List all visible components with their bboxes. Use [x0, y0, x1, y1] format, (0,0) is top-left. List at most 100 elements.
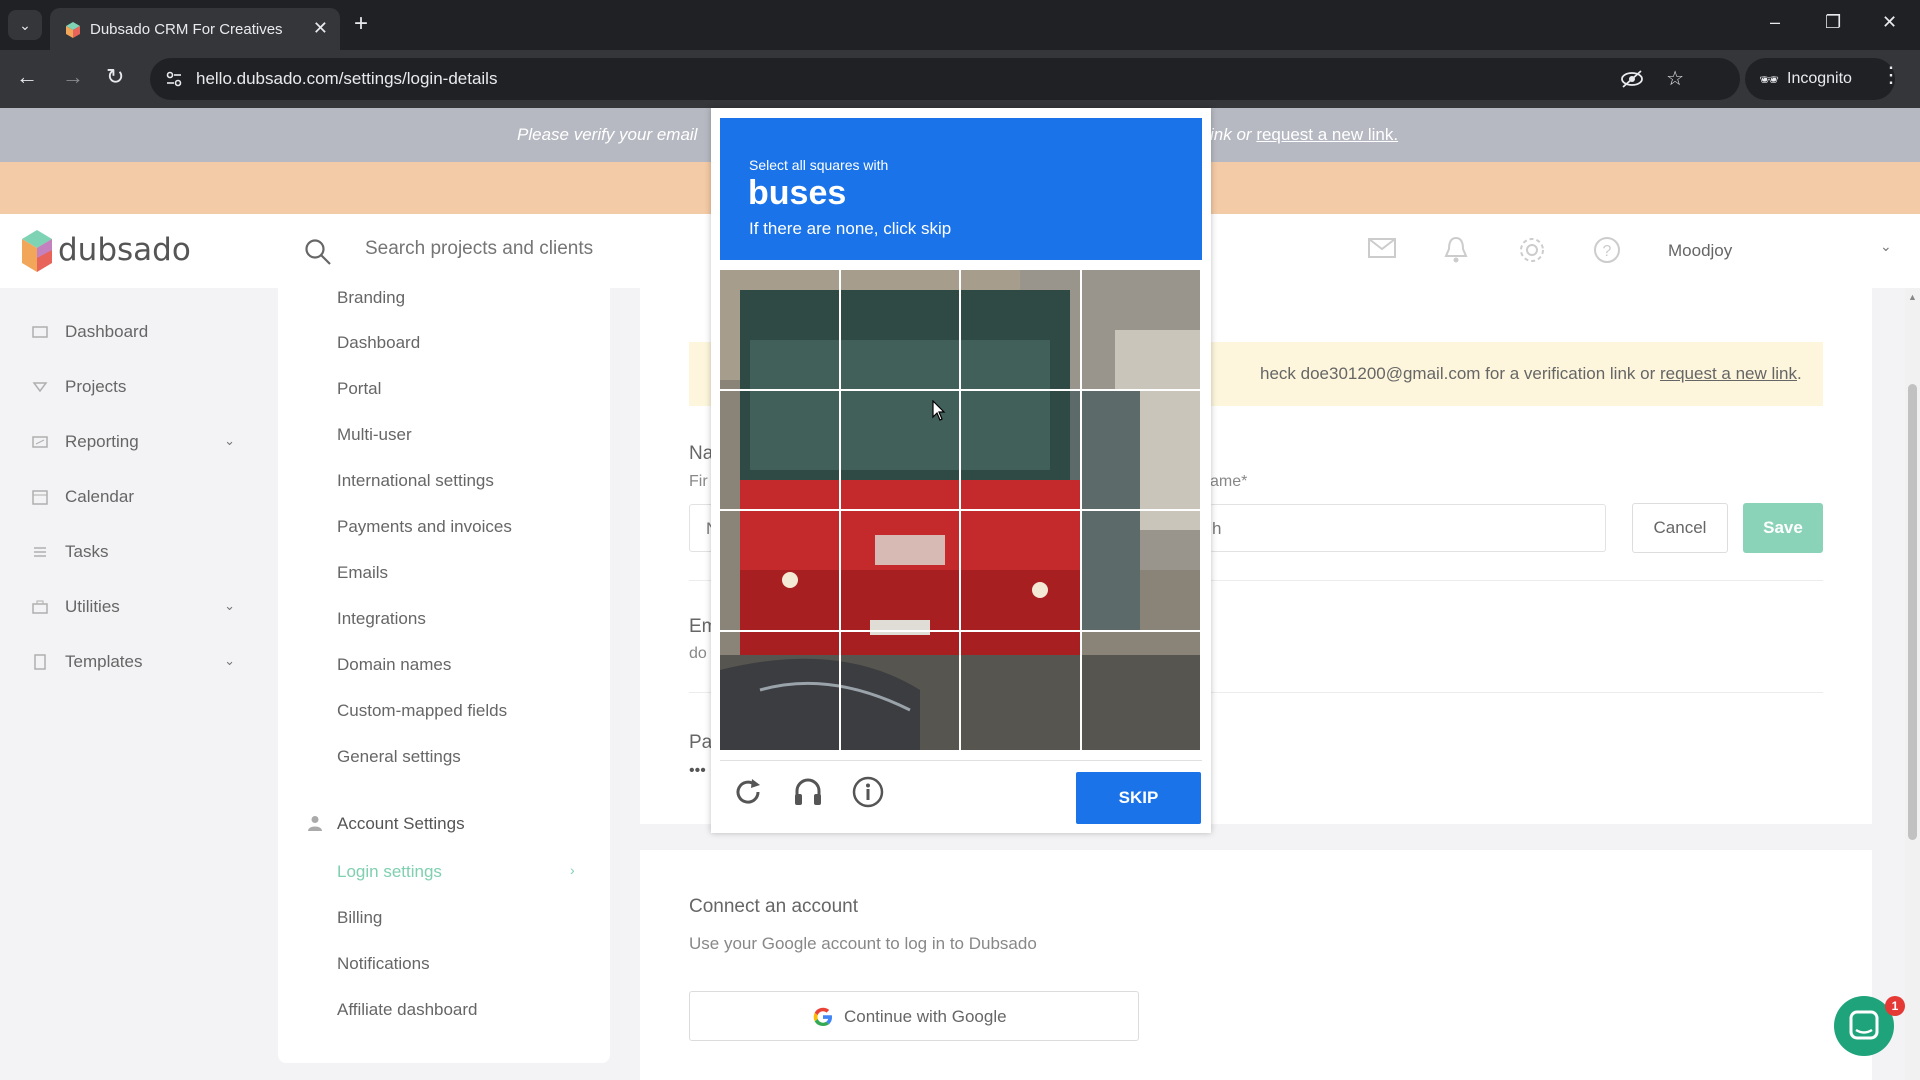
search-input[interactable]	[365, 238, 685, 260]
help-icon[interactable]: ?	[1593, 236, 1621, 264]
back-icon[interactable]: ←	[16, 64, 38, 90]
user-icon	[308, 816, 322, 831]
browser-menu-icon[interactable]: ⋮	[1880, 62, 1902, 88]
scrollbar-thumb[interactable]	[1908, 384, 1917, 840]
notice-request-link[interactable]: request a new link	[1660, 364, 1797, 383]
captcha-tile[interactable]	[1079, 270, 1202, 391]
settings-item-payments[interactable]: Payments and invoices	[337, 517, 512, 537]
settings-item-emails[interactable]: Emails	[337, 563, 388, 583]
nav-item-templates[interactable]: Templates ⌄	[30, 649, 245, 677]
captcha-tile[interactable]	[838, 270, 961, 391]
user-menu-chevron-icon[interactable]: ⌄	[1880, 238, 1892, 255]
new-tab-button[interactable]: +	[354, 10, 368, 38]
nav-label: Reporting	[65, 432, 139, 451]
templates-icon	[34, 654, 46, 670]
close-window-button[interactable]: ✕	[1882, 12, 1897, 33]
captcha-tile[interactable]	[720, 629, 841, 752]
captcha-tile[interactable]	[959, 388, 1082, 511]
chevron-right-icon: ›	[570, 862, 575, 878]
address-bar[interactable]: hello.dubsado.com/settings/login-details…	[150, 58, 1740, 100]
nav-label: Dashboard	[65, 322, 149, 341]
settings-item-portal[interactable]: Portal	[337, 379, 381, 399]
captcha-tile[interactable]	[959, 270, 1082, 391]
notice-end: .	[1797, 364, 1802, 383]
settings-menu: Branding Dashboard Portal Multi-user Int…	[278, 288, 610, 1063]
captcha-tile[interactable]	[720, 388, 841, 511]
tracking-protection-icon[interactable]	[1620, 68, 1644, 90]
bell-icon[interactable]	[1444, 236, 1468, 264]
settings-item-multi-user[interactable]: Multi-user	[337, 425, 412, 445]
captcha-tile[interactable]	[720, 509, 841, 632]
bookmark-star-icon[interactable]: ☆	[1666, 66, 1684, 91]
settings-item-custom-fields[interactable]: Custom-mapped fields	[337, 701, 507, 721]
nav-item-calendar[interactable]: Calendar	[30, 484, 245, 512]
incognito-indicator[interactable]: 🕶 Incognito	[1745, 58, 1895, 100]
settings-item-integrations[interactable]: Integrations	[337, 609, 426, 629]
google-button-label: Continue with Google	[844, 1007, 1007, 1026]
main-navigation: Dashboard Projects Reporting ⌄ Calendar …	[0, 288, 270, 1080]
nav-item-projects[interactable]: Projects	[30, 374, 245, 402]
nav-item-dashboard[interactable]: Dashboard	[30, 319, 245, 347]
banner-text: Please verify your email	[517, 125, 698, 144]
dubsado-logo[interactable]	[22, 230, 52, 272]
first-name-label: Fir	[689, 473, 708, 490]
settings-item-branding[interactable]: Branding	[337, 288, 405, 308]
nav-item-reporting[interactable]: Reporting ⌄	[30, 429, 245, 457]
notice-text: heck doe301200@gmail.com for a verificat…	[1260, 364, 1656, 383]
minimize-button[interactable]: –	[1770, 12, 1780, 33]
reporting-icon	[32, 436, 48, 448]
utilities-icon	[32, 600, 48, 614]
captcha-tile[interactable]	[838, 509, 961, 632]
tab-list-button[interactable]: ⌄	[8, 10, 42, 40]
cancel-button[interactable]: Cancel	[1632, 503, 1728, 553]
name-section-title: Na	[689, 443, 714, 464]
scroll-up-icon[interactable]: ▲	[1908, 292, 1917, 302]
tab-close-icon[interactable]: ✕	[313, 18, 328, 39]
site-info-icon[interactable]	[164, 69, 184, 89]
settings-item-dashboard[interactable]: Dashboard	[337, 333, 420, 353]
reload-icon[interactable]	[732, 776, 764, 808]
settings-item-international[interactable]: International settings	[337, 471, 494, 491]
user-name[interactable]: Moodjoy	[1668, 241, 1732, 261]
page-scrollbar[interactable]: ▲	[1905, 288, 1920, 1080]
nav-label: Utilities	[65, 597, 120, 616]
last-name-label: ame*	[1210, 473, 1248, 490]
captcha-tile[interactable]	[959, 509, 1082, 632]
tasks-icon	[34, 547, 46, 557]
gear-icon[interactable]	[1518, 236, 1546, 264]
save-button[interactable]: Save	[1743, 503, 1823, 553]
reload-page-icon[interactable]: ↻	[106, 64, 124, 90]
captcha-tile[interactable]	[1079, 388, 1202, 511]
last-name-field[interactable]: h	[1210, 504, 1606, 552]
info-icon[interactable]	[852, 776, 884, 808]
tab-title: Dubsado CRM For Creatives	[90, 21, 283, 38]
settings-item-domain-names[interactable]: Domain names	[337, 655, 451, 675]
banner-request-link[interactable]: request a new link.	[1256, 125, 1398, 144]
captcha-instruction: Select all squares with	[749, 157, 889, 173]
mail-icon[interactable]	[1368, 236, 1396, 260]
captcha-skip-button[interactable]: SKIP	[1076, 772, 1201, 824]
connect-account-card: Connect an account Use your Google accou…	[640, 850, 1872, 1080]
connect-title: Connect an account	[689, 896, 859, 917]
browser-tab[interactable]: Dubsado CRM For Creatives ✕	[50, 8, 340, 50]
settings-item-login[interactable]: Login settings	[337, 862, 442, 882]
continue-with-google-button[interactable]: Continue with Google	[689, 991, 1139, 1041]
nav-item-utilities[interactable]: Utilities ⌄	[30, 594, 245, 622]
search-icon[interactable]	[304, 238, 332, 266]
restore-button[interactable]: ❐	[1825, 12, 1841, 33]
captcha-tile[interactable]	[959, 629, 1082, 752]
captcha-tile[interactable]	[1079, 509, 1202, 632]
settings-item-affiliate[interactable]: Affiliate dashboard	[337, 1000, 478, 1020]
settings-item-billing[interactable]: Billing	[337, 908, 382, 928]
settings-item-general[interactable]: General settings	[337, 747, 461, 767]
settings-item-notifications[interactable]: Notifications	[337, 954, 430, 974]
forward-icon[interactable]: →	[62, 64, 84, 90]
captcha-tile[interactable]	[1079, 629, 1202, 752]
captcha-tile[interactable]	[720, 270, 841, 391]
captcha-hint: If there are none, click skip	[749, 219, 952, 238]
mouse-cursor-icon	[932, 400, 946, 421]
captcha-tile[interactable]	[838, 629, 961, 752]
nav-item-tasks[interactable]: Tasks	[30, 539, 245, 567]
audio-icon[interactable]	[792, 776, 824, 808]
banner-text-tail: ink or	[1210, 125, 1252, 144]
